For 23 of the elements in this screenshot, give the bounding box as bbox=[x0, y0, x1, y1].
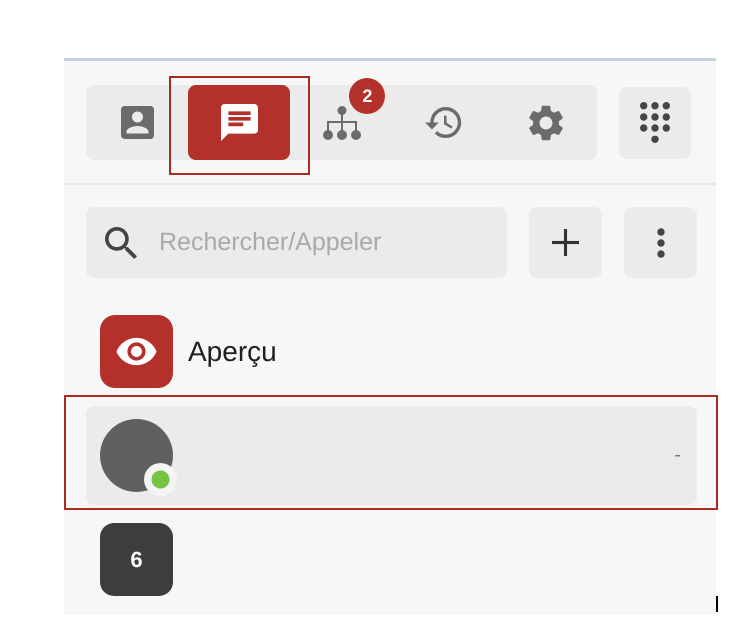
conversation-row[interactable]: Aperçu bbox=[86, 302, 697, 401]
search-field[interactable]: Rechercher/Appeler bbox=[86, 207, 507, 278]
chat-bubble-icon bbox=[220, 104, 258, 141]
row-title: Aperçu bbox=[188, 336, 277, 368]
conversation-row[interactable]: - bbox=[86, 406, 697, 505]
eye-icon bbox=[100, 315, 173, 388]
contact-card-icon bbox=[120, 106, 154, 139]
conversation-row[interactable]: 6 bbox=[86, 510, 697, 609]
group-avatar: 6 bbox=[100, 523, 173, 596]
settings-icon bbox=[528, 104, 563, 140]
dialpad-button[interactable] bbox=[619, 86, 691, 158]
org-chart-icon bbox=[322, 106, 360, 140]
dialpad-icon bbox=[640, 102, 670, 143]
row-meta: - bbox=[674, 444, 681, 467]
notification-badge: 2 bbox=[349, 78, 386, 114]
search-icon bbox=[105, 226, 137, 258]
history-icon bbox=[424, 107, 463, 138]
add-button[interactable] bbox=[529, 207, 602, 278]
more-button[interactable] bbox=[624, 207, 697, 278]
text-cursor bbox=[716, 596, 718, 612]
nav-tab[interactable] bbox=[188, 85, 290, 160]
plus-icon bbox=[552, 229, 579, 256]
more-icon bbox=[656, 228, 664, 258]
